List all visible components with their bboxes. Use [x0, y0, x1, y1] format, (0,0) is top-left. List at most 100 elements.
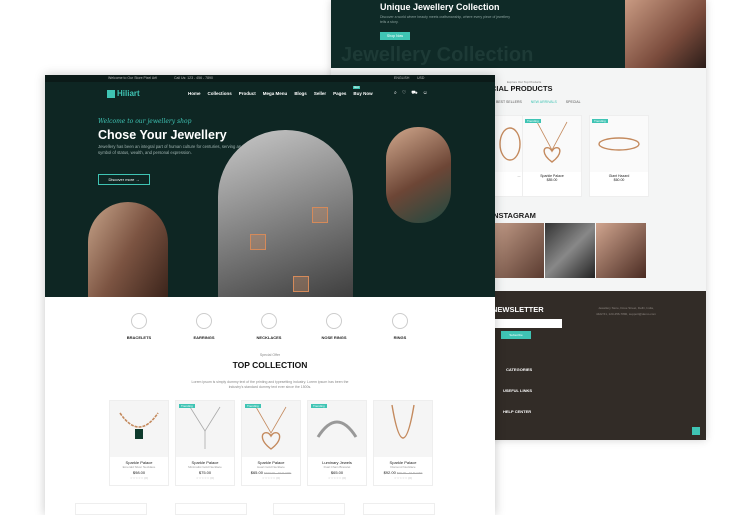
product-image	[110, 401, 168, 457]
nav-product[interactable]: Product	[239, 91, 256, 96]
back-product-card[interactable]: Trending Giant Hazard $60.00	[589, 115, 649, 197]
product-subtitle: Diamond Necklace	[390, 465, 416, 469]
product-rating: ☆☆☆☆☆ (0)	[196, 476, 214, 480]
pendant-necklace-icon	[189, 406, 221, 449]
call-text: Call Us: 123 - 456 - 7890	[174, 76, 213, 80]
product-image: Trending	[590, 116, 648, 172]
arrow-right-icon: →	[135, 177, 140, 182]
logo-icon	[107, 89, 115, 98]
product-subtitle: Emerald Silver Necklace	[122, 465, 156, 469]
newsletter-email-input[interactable]	[492, 319, 562, 328]
feature-card	[175, 503, 247, 515]
back-product-card[interactable]: Trending Sparkle Palace $85.00	[522, 115, 582, 197]
old-price: $100.00 - 10 % OFF	[264, 471, 292, 475]
nose-ring-icon	[326, 313, 342, 329]
heart-necklace-icon	[536, 121, 568, 163]
product-image	[374, 401, 432, 457]
footer-heading-categories: CATEGORIES	[506, 367, 533, 372]
instagram-photo[interactable]	[596, 223, 646, 278]
nav-mega-menu[interactable]: Mega Menu	[263, 91, 288, 96]
back-hero-watermark: Jewellery Collection	[341, 44, 534, 66]
price-value: $92.00	[383, 470, 396, 475]
instagram-photo[interactable]	[494, 223, 544, 278]
category-label: EARRINGS	[193, 335, 215, 340]
product-price: $75.00	[198, 470, 212, 475]
category-nose-rings[interactable]: NOSE RINGS	[309, 313, 359, 340]
category-earrings[interactable]: EARRINGS	[179, 313, 229, 340]
bracelet-icon	[131, 313, 147, 329]
cuff-bracelet-icon	[316, 420, 358, 438]
footer-heading-links: USEFUL LINKS	[503, 388, 533, 393]
hotspot-marker[interactable]	[293, 276, 309, 292]
heart-icon[interactable]: ♡	[402, 90, 406, 97]
product-price: $92.00 $99.00 - 10 % OFF	[374, 470, 432, 475]
nav-blogs[interactable]: Blogs	[294, 91, 307, 96]
category-label: RINGS	[393, 335, 407, 340]
section-description: Lorem ipsum is simply dummy text of the …	[191, 380, 349, 389]
ring-icon	[392, 313, 408, 329]
hero-title: Chose Your Jewellery	[98, 128, 227, 142]
trending-badge: Trending	[245, 404, 261, 408]
back-special-title: CIAL PRODUCTS	[491, 84, 553, 93]
category-label: BRACELETS	[126, 335, 152, 340]
product-card[interactable]: Trending Sparkle Palace Minimalist Gold …	[175, 400, 235, 486]
back-hero: Unique Jewellery Collection Discover a w…	[331, 0, 706, 68]
nav-buy-now[interactable]: Hot Buy Now	[353, 86, 373, 96]
necklace-icon	[261, 313, 277, 329]
feature-card	[363, 503, 435, 515]
product-card[interactable]: Sparkle Palace Emerald Silver Necklace $…	[109, 400, 169, 486]
subscribe-button[interactable]: Subscribe	[501, 331, 531, 339]
footer-contact-info: Jewellery Store, Dove Street, Delhi, Ind…	[596, 306, 656, 316]
hotspot-marker[interactable]	[250, 234, 266, 250]
product-rating: ☆☆☆☆☆ (0)	[394, 476, 412, 480]
search-icon[interactable]: ⌕	[394, 90, 397, 97]
tab-new-arrivals[interactable]: NEW ARRIVALS	[531, 100, 557, 104]
product-card[interactable]: Trending Sparkle Palace Heart Gold Neckl…	[241, 400, 301, 486]
discover-more-button[interactable]: Discover more →	[98, 174, 150, 185]
footer-heading-help: HELP CENTER	[503, 409, 532, 414]
nav-home[interactable]: Home	[188, 91, 201, 96]
hotspot-marker[interactable]	[312, 207, 328, 223]
section-subtitle: Special Offer	[259, 353, 281, 357]
product-price: $98.00	[132, 470, 146, 475]
product-subtitle: Dual Chain Bracelet	[323, 465, 351, 469]
category-label: NOSE RINGS	[321, 335, 347, 340]
tab-best-sellers[interactable]: BEST SELLERS	[496, 100, 522, 104]
back-hero-desc: Discover a world where beauty meets craf…	[380, 15, 510, 24]
product-image: Trending	[523, 116, 581, 172]
category-bracelets[interactable]: BRACELETS	[114, 313, 164, 340]
product-price: $65.00 $100.00 - 10 % OFF	[242, 470, 300, 475]
instagram-title: INSTAGRAM	[491, 211, 536, 220]
earring-model-photo	[88, 202, 168, 300]
back-hero-title: Unique Jewellery Collection	[380, 2, 500, 12]
language-select[interactable]: ENGLISH	[394, 76, 409, 80]
nav-pages[interactable]: Pages	[333, 91, 346, 96]
hot-badge: Hot	[353, 86, 360, 89]
long-chain-icon	[391, 404, 415, 439]
scroll-top-button[interactable]	[692, 427, 700, 435]
currency-select[interactable]: USD	[417, 76, 424, 80]
newsletter-title: NEWSLETTER	[492, 305, 544, 314]
trending-badge: Trending	[311, 404, 327, 408]
user-icon[interactable]: ☺	[423, 90, 428, 97]
instagram-photo[interactable]	[545, 223, 595, 278]
tab-special[interactable]: SPECIAL	[566, 100, 581, 104]
product-price: $65.00	[330, 470, 344, 475]
feature-card	[273, 503, 345, 515]
nav-collections[interactable]: Collections	[208, 91, 232, 96]
product-image: Trending	[308, 401, 366, 457]
category-necklaces[interactable]: NECKLACES	[244, 313, 294, 340]
product-card[interactable]: Sparkle Palace Diamond Necklace $92.00 $…	[373, 400, 433, 486]
product-rating: ☆☆☆☆☆ (0)	[262, 476, 280, 480]
product-rating: ☆☆☆☆☆ (0)	[328, 476, 346, 480]
cart-icon[interactable]: ⛟	[411, 90, 417, 97]
back-shop-button[interactable]: Shop Now	[380, 32, 410, 40]
product-card[interactable]: Trending Luminary Jewels Dual Chain Brac…	[307, 400, 367, 486]
top-bar: Welcome to Our Store Pixel Art! Call Us:…	[45, 75, 495, 82]
nav-seller[interactable]: Seller	[314, 91, 326, 96]
product-image: Trending	[176, 401, 234, 457]
welcome-text: Welcome to Our Store Pixel Art!	[108, 76, 158, 80]
necklace-model-photo	[218, 130, 353, 300]
category-rings[interactable]: RINGS	[375, 313, 425, 340]
site-logo[interactable]: Hiliart	[107, 89, 140, 98]
